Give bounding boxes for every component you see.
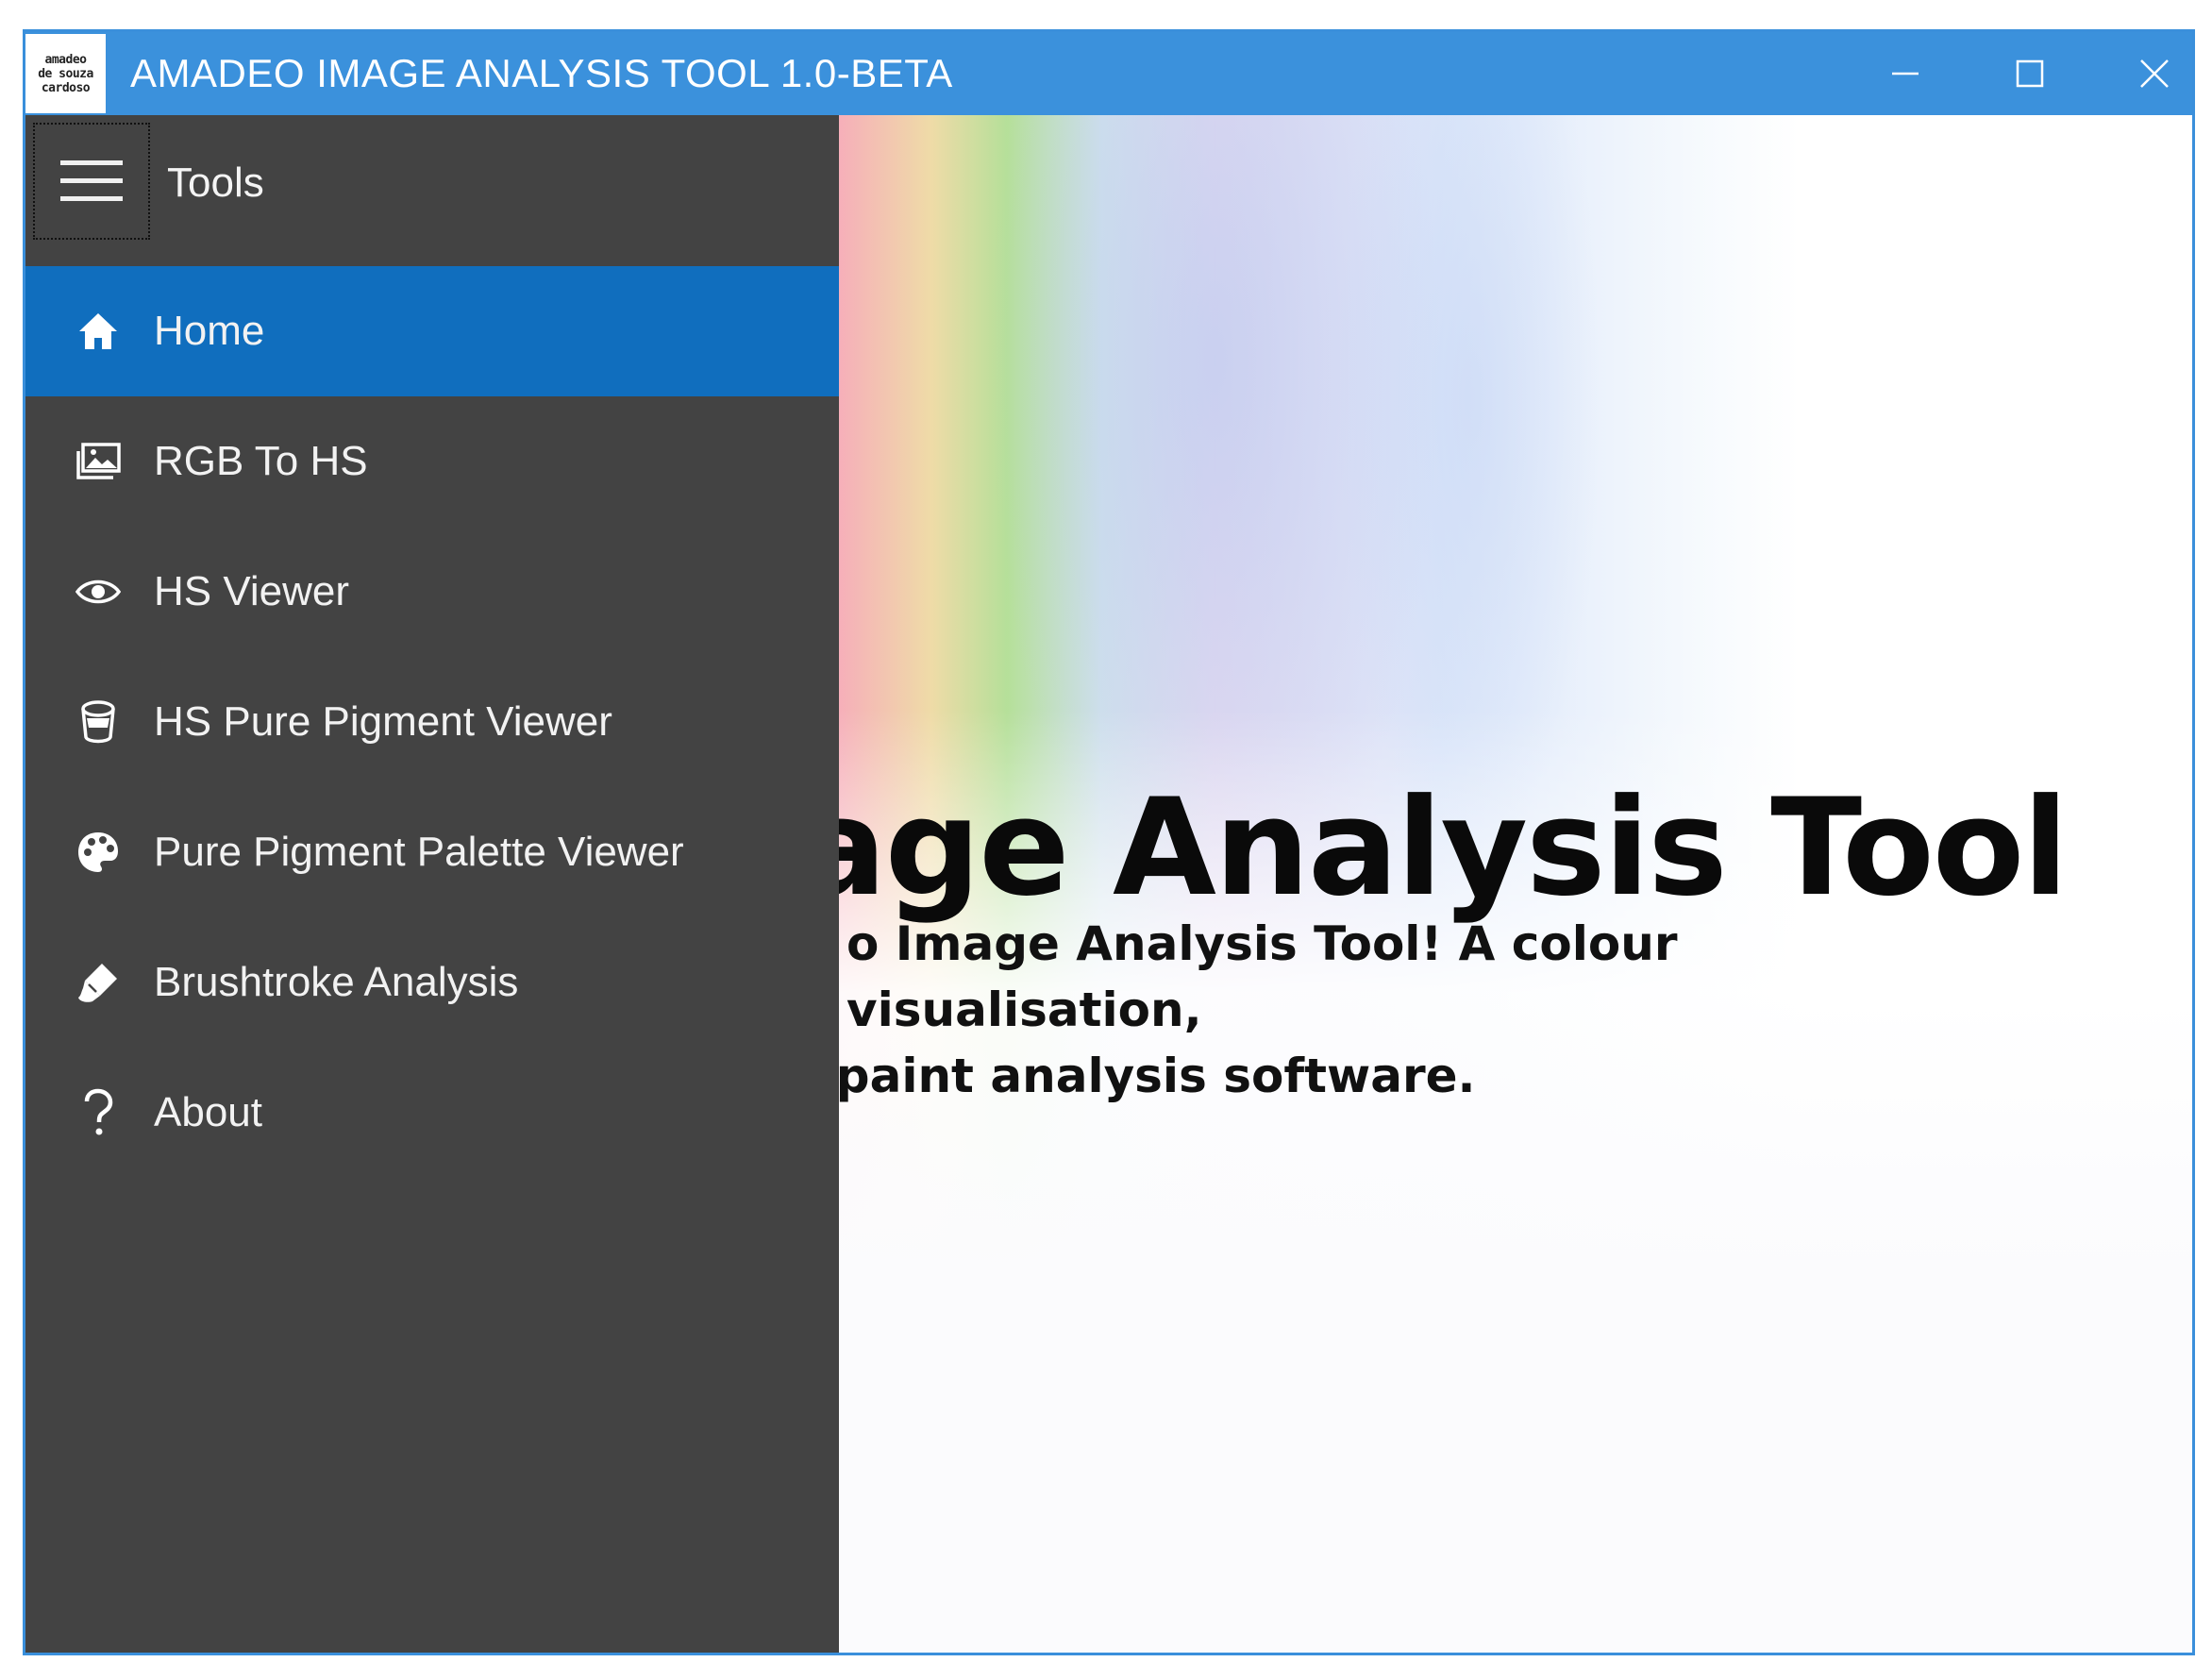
close-button[interactable]	[2092, 32, 2192, 115]
maximize-icon	[2016, 59, 2044, 88]
sidebar-header: Tools	[25, 115, 839, 266]
nav-item-hs-pure-pigment-viewer[interactable]: HS Pure Pigment Viewer	[25, 657, 839, 787]
navigation-pane: Tools Home RGB To HS HS Viewer HS Pure P…	[25, 115, 839, 1653]
palette-icon	[65, 819, 131, 885]
subtitle-line-2: nd paint analysis software.	[752, 1049, 1476, 1103]
nav-item-brushtroke-analysis[interactable]: Brushtroke Analysis	[25, 917, 839, 1048]
logo-line-1: amadeo	[44, 52, 87, 67]
subtitle-line-1: o Image Analysis Tool! A colour visualis…	[846, 916, 1678, 1037]
title-bar[interactable]: amadeo de souza cardoso AMADEO IMAGE ANA…	[25, 32, 2192, 115]
nav-item-rgb-to-hs[interactable]: RGB To HS	[25, 396, 839, 527]
help-icon	[65, 1080, 131, 1146]
home-icon	[65, 298, 131, 364]
hamburger-icon	[60, 160, 123, 201]
hamburger-menu-button[interactable]	[33, 123, 150, 240]
app-logo: amadeo de souza cardoso	[25, 34, 106, 113]
image-icon	[65, 428, 131, 495]
close-icon	[2140, 59, 2169, 88]
nav-item-hs-viewer[interactable]: HS Viewer	[25, 527, 839, 657]
nav-label-home: Home	[154, 308, 265, 354]
window-title: AMADEO IMAGE ANALYSIS TOOL 1.0-BETA	[130, 51, 953, 95]
app-window: amadeo de souza cardoso AMADEO IMAGE ANA…	[23, 29, 2195, 1655]
minimize-button[interactable]	[1843, 32, 1968, 115]
nav-label-hs-pure-pigment-viewer: HS Pure Pigment Viewer	[154, 698, 612, 745]
nav-label-about: About	[154, 1089, 262, 1135]
nav-item-about[interactable]: About	[25, 1048, 839, 1178]
page-subtitle: o Image Analysis Tool! A colour visualis…	[752, 911, 1979, 1109]
nav-label-brushtroke-analysis: Brushtroke Analysis	[154, 959, 519, 1005]
minimize-icon	[1892, 72, 1919, 76]
nav-item-pure-pigment-palette-viewer[interactable]: Pure Pigment Palette Viewer	[25, 787, 839, 917]
nav-label-pure-pigment-palette-viewer: Pure Pigment Palette Viewer	[154, 829, 684, 875]
logo-line-2: de souza	[38, 66, 93, 81]
eye-icon	[65, 559, 131, 625]
nav-label-hs-viewer: HS Viewer	[154, 568, 350, 614]
brush-icon	[65, 949, 131, 1016]
maximize-button[interactable]	[1968, 32, 2092, 115]
nav-item-home[interactable]: Home	[25, 266, 839, 396]
paint-bucket-icon	[65, 689, 131, 755]
logo-line-3: cardoso	[41, 80, 91, 95]
nav-label-rgb-to-hs: RGB To HS	[154, 438, 368, 484]
